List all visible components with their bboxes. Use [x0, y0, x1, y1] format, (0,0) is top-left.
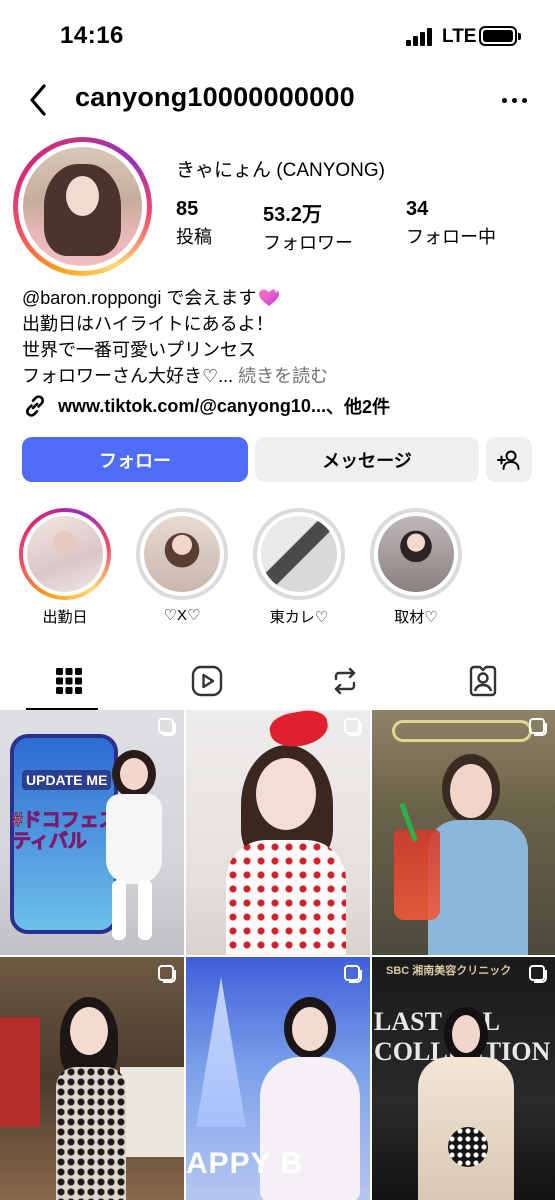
highlight-cover: [261, 516, 337, 592]
highlight-cover: [27, 516, 103, 592]
post-thumbnail[interactable]: SBC 湘南美容クリニック LAST ALL COLLECTION: [372, 957, 555, 1200]
tab-reels[interactable]: [138, 652, 276, 710]
repost-icon: [334, 667, 356, 695]
post-overlay-text: UPDATE ME: [22, 770, 112, 790]
profile-link-suffix: 、他2件: [325, 397, 390, 417]
highlight-ring: [370, 508, 462, 600]
stat-posts-value: 85: [176, 198, 199, 220]
highlight-item[interactable]: 出勤日: [17, 508, 113, 627]
highlight-label: ♡X♡: [163, 607, 201, 624]
profile-avatar[interactable]: [13, 137, 152, 276]
more-options-button[interactable]: [498, 84, 530, 114]
carousel-icon: [344, 718, 362, 736]
stat-followers-value: 53.2万: [263, 204, 322, 226]
tab-posts-grid[interactable]: [0, 652, 138, 710]
stat-following[interactable]: 34 フォロー中: [406, 198, 496, 249]
highlight-ring: [253, 508, 345, 600]
add-person-icon: [497, 450, 520, 470]
display-name: きゃにょん (CANYONG): [176, 160, 386, 181]
carousel-icon: [529, 965, 547, 983]
profile-tabs: [0, 652, 555, 710]
highlight-label: 取材♡: [394, 609, 438, 626]
chevron-left-icon: [30, 84, 46, 116]
avatar-photo: [23, 147, 142, 266]
network-label: LTE: [442, 26, 477, 47]
highlight-item[interactable]: 東カレ♡: [251, 508, 347, 627]
post-thumbnail[interactable]: APPY B: [186, 957, 370, 1200]
bio-line-3: 世界で一番可愛いプリンセス: [22, 340, 256, 360]
signal-icon: [406, 28, 436, 46]
profile-username: canyong10000000000: [75, 82, 355, 112]
stat-posts[interactable]: 85 投稿: [176, 198, 212, 249]
tab-reposts[interactable]: [276, 652, 414, 710]
post-thumbnail[interactable]: [186, 710, 370, 955]
grid-icon: [56, 668, 82, 694]
posts-grid: UPDATE ME #ドコフェスティバル APPY B SBC 湘南美容クリニッ…: [0, 710, 555, 1200]
profile-bio: @baron.roppongi で会えます 出勤日はハイライトにあるよ！ 世界で…: [22, 285, 328, 389]
stat-following-value: 34: [406, 198, 429, 220]
message-button[interactable]: メッセージ: [255, 437, 479, 482]
highlight-item[interactable]: 取材♡: [368, 508, 464, 627]
stat-followers-label: フォロワー: [263, 233, 353, 253]
link-icon: [26, 395, 44, 417]
carousel-icon: [158, 718, 176, 736]
highlight-label: 出勤日: [42, 609, 88, 626]
profile-link[interactable]: www.tiktok.com/@canyong10... 、他2件: [22, 393, 390, 419]
carousel-icon: [158, 965, 176, 983]
post-thumbnail[interactable]: [0, 957, 184, 1200]
bio-line-1: で会えます: [161, 288, 257, 308]
status-bar: 14:16 LTE: [0, 0, 555, 72]
highlight-label: 東カレ♡: [269, 609, 329, 626]
highlight-ring: [136, 508, 228, 600]
back-button[interactable]: [22, 80, 56, 120]
stat-followers[interactable]: 53.2万 フォロワー: [263, 198, 353, 255]
stat-posts-label: 投稿: [176, 227, 212, 247]
reels-play-icon: [191, 665, 223, 697]
profile-link-text: www.tiktok.com/@canyong10...: [58, 395, 326, 416]
post-thumbnail[interactable]: [372, 710, 555, 955]
suggested-users-button[interactable]: [486, 437, 532, 482]
post-overlay-text: APPY B: [186, 1147, 304, 1180]
highlight-cover: [378, 516, 454, 592]
bio-line-2: 出勤日はハイライトにあるよ！: [22, 314, 274, 334]
sparkling-heart-icon: [259, 289, 280, 306]
stat-following-label: フォロー中: [406, 227, 496, 247]
bio-line-4: フォロワーさん大好き♡...: [22, 366, 234, 386]
post-overlay-text: SBC 湘南美容クリニック: [386, 965, 512, 977]
read-more-link[interactable]: 続きを読む: [238, 366, 328, 386]
highlight-ring: [19, 508, 111, 600]
battery-icon: [479, 26, 521, 46]
carousel-icon: [344, 965, 362, 983]
profile-header: canyong10000000000: [0, 72, 555, 128]
highlight-item[interactable]: ♡X♡: [134, 508, 230, 624]
tab-tagged[interactable]: [414, 652, 552, 710]
carousel-icon: [529, 718, 547, 736]
tagged-person-icon: [469, 665, 497, 697]
post-thumbnail[interactable]: UPDATE ME #ドコフェスティバル: [0, 710, 184, 955]
highlight-cover: [144, 516, 220, 592]
follow-button[interactable]: フォロー: [22, 437, 248, 482]
status-time: 14:16: [60, 22, 124, 49]
bio-mention-link[interactable]: @baron.roppongi: [22, 288, 161, 308]
